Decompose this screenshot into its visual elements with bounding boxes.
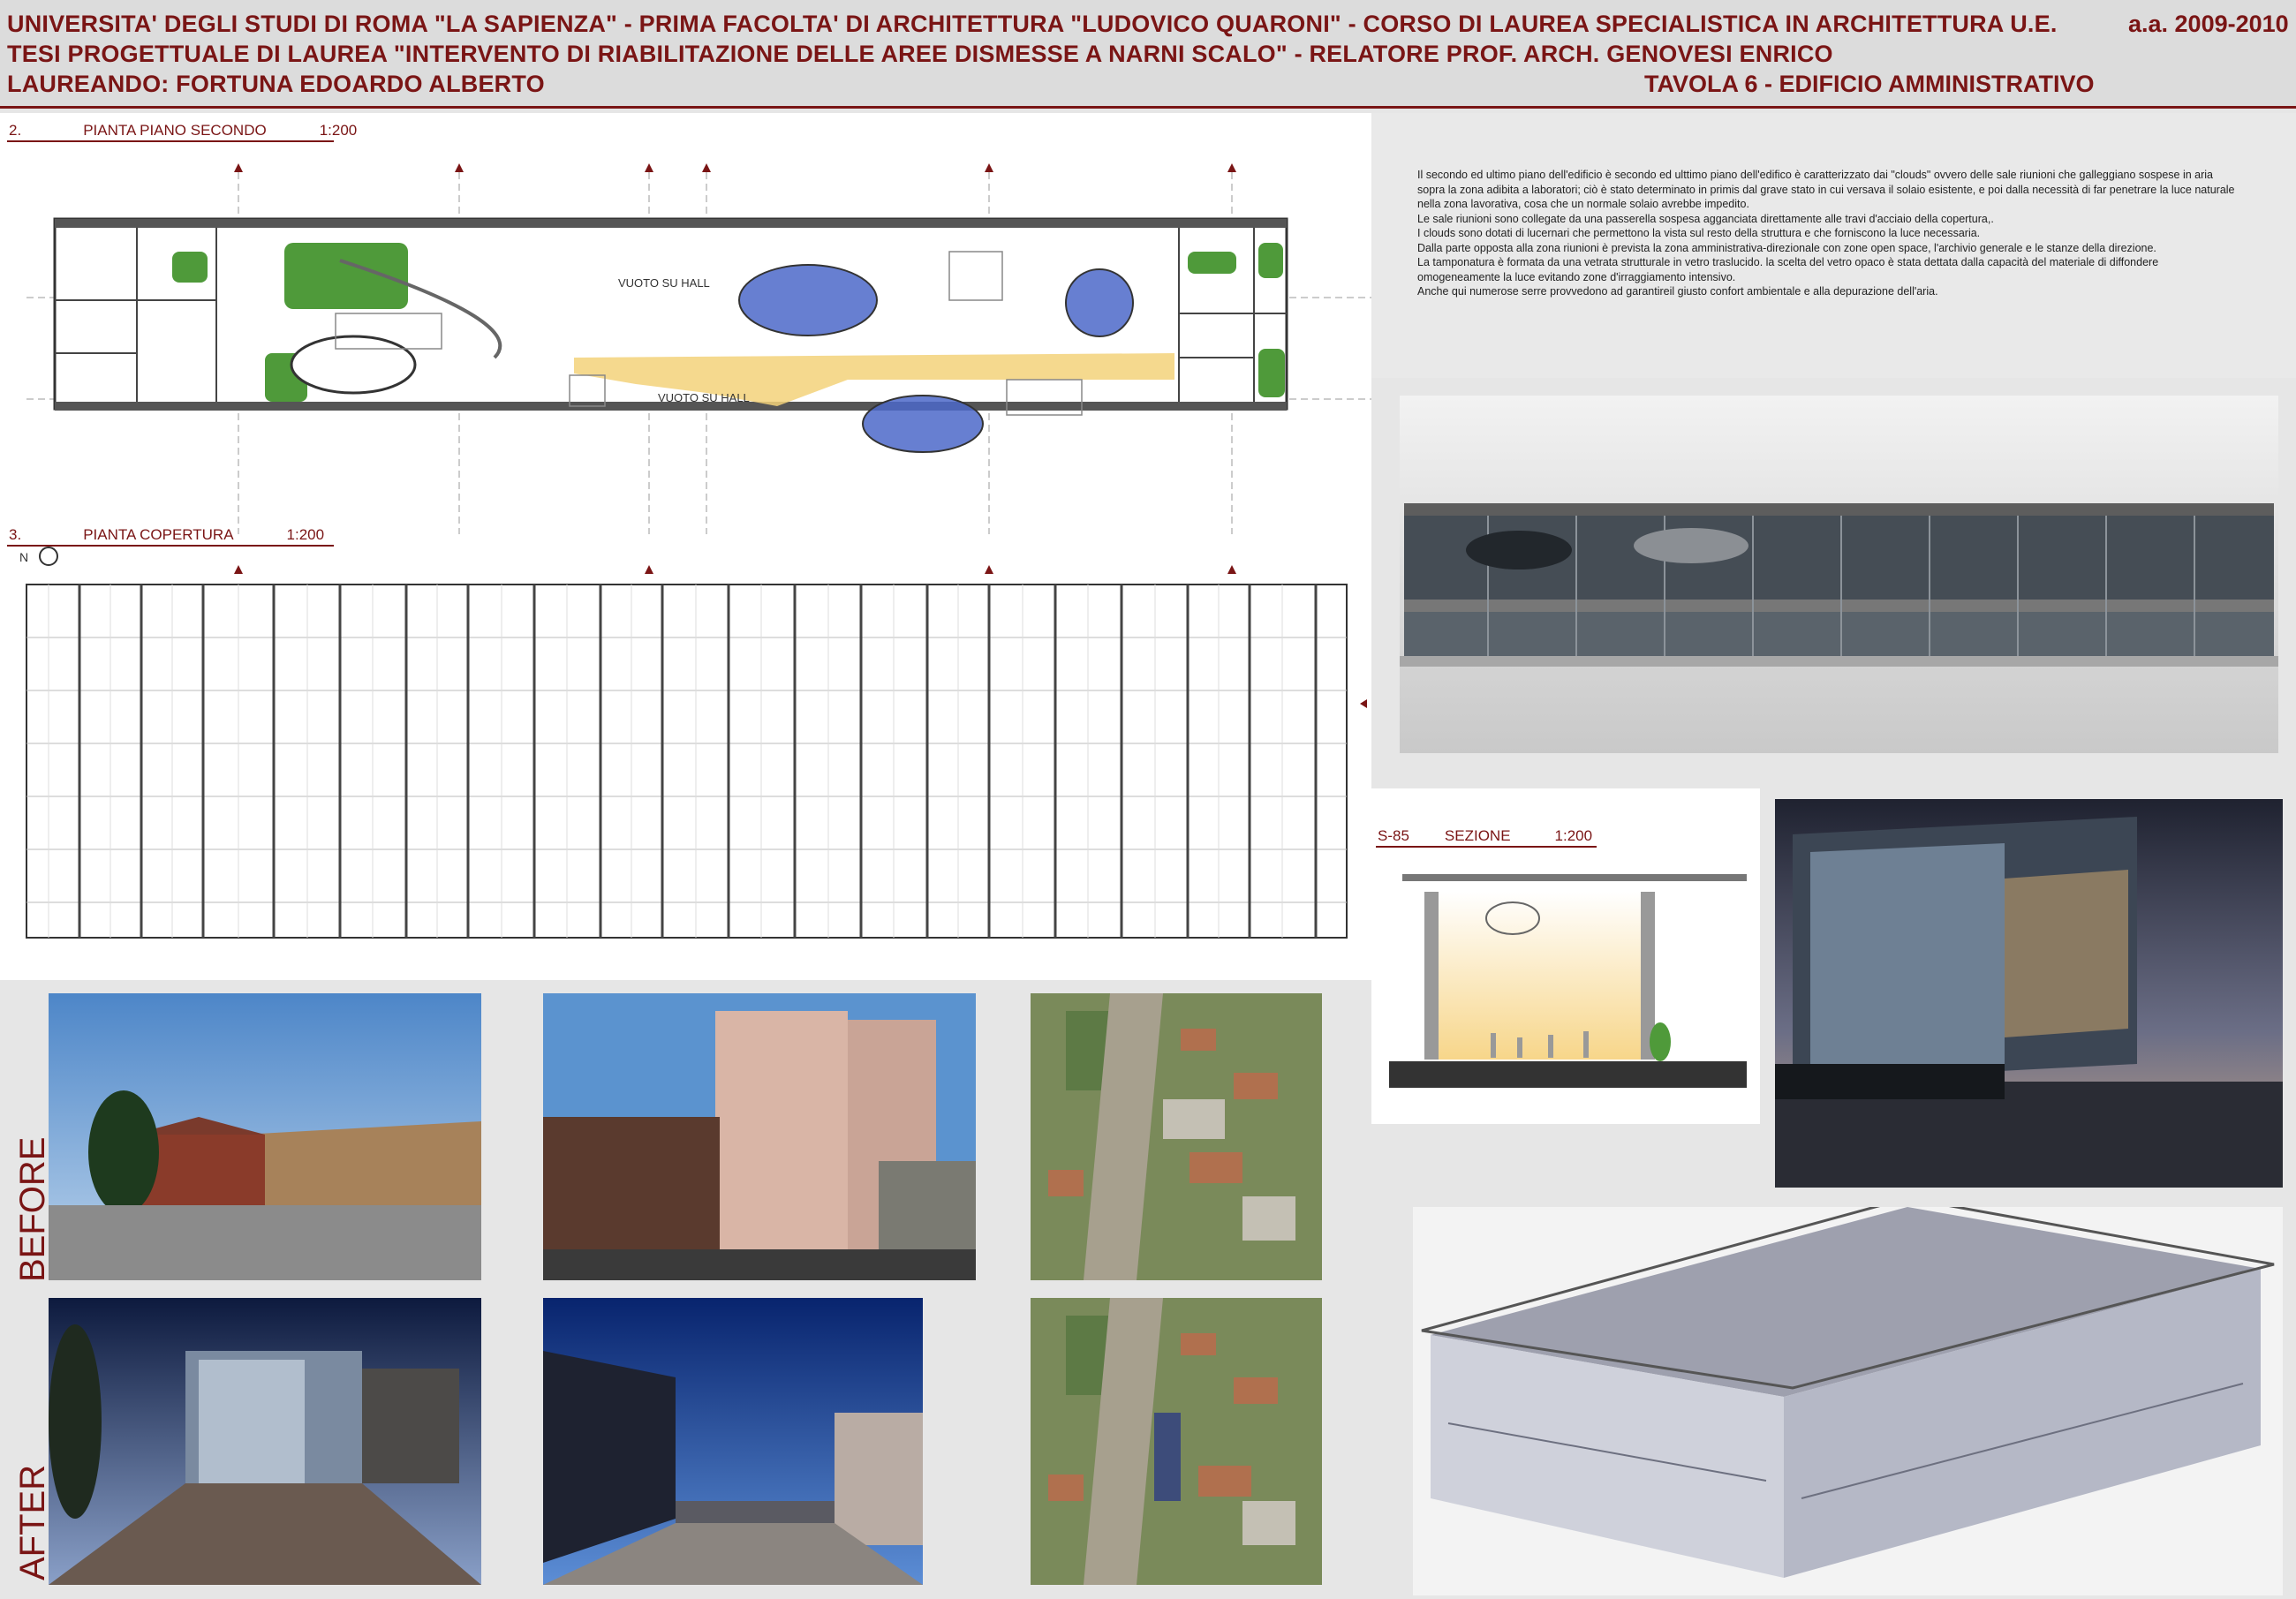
description-paragraph-4: Dalla parte opposta alla zona riunioni è… [1417,241,2156,254]
section-underline [1376,846,1597,848]
academic-year: a.a. 2009-2010 [2128,11,2289,37]
before-label: BEFORE [13,1136,52,1282]
before-photo-1 [49,993,481,1280]
description-paragraph-6: Anche qui numerose serre provvedono ad g… [1417,285,1938,298]
header-line-1: UNIVERSITA' DEGLI STUDI DI ROMA "LA SAPI… [7,11,2058,37]
roof-plan: N [19,547,1367,939]
north-arrow-icon [39,547,58,566]
void-label-2: VUOTO SU HALL [658,391,750,404]
void-label-1: VUOTO SU HALL [618,276,710,290]
aerial-perspective-render [1413,1207,2283,1595]
plan2-label: 2. PIANTA PIANO SECONDO 1:200 [9,122,358,139]
section-drawing [1389,874,1747,1088]
before-photo-2 [543,993,976,1280]
section-label: S-85 SEZIONE 1:200 [1378,827,1593,844]
elevation-render [1400,396,2278,753]
after-render-2 [543,1298,923,1585]
north-label: N [19,550,28,564]
description-paragraph-2: Le sale riunioni sono collegate da una p… [1417,212,1994,225]
tavola-title: TAVOLA 6 - EDIFICIO AMMINISTRATIVO [1644,71,2095,97]
description-paragraph-5: La tamponatura è formata da una vetrata … [1417,256,2159,283]
after-aerial-map [1031,1298,1322,1585]
plan2-underline [7,140,334,142]
header-line-3: LAUREANDO: FORTUNA EDOARDO ALBERTO [7,71,545,97]
description-paragraph-3: I clouds sono dotati di lucernari che pe… [1417,227,1981,239]
after-render-1 [49,1298,481,1585]
project-description: Il secondo ed ultimo piano dell'edificio… [1417,168,2239,299]
before-aerial-map [1031,993,1322,1280]
after-label: AFTER [13,1464,52,1580]
description-paragraph-1: Il secondo ed ultimo piano dell'edificio… [1417,169,2235,210]
second-floor-plan: VUOTO SU HALL VUOTO SU HALL [26,163,1371,534]
night-perspective-render [1775,799,2283,1188]
header-line-2: TESI PROGETTUALE DI LAUREA "INTERVENTO D… [7,41,1833,67]
title-block: UNIVERSITA' DEGLI STUDI DI ROMA "LA SAPI… [0,0,2296,109]
